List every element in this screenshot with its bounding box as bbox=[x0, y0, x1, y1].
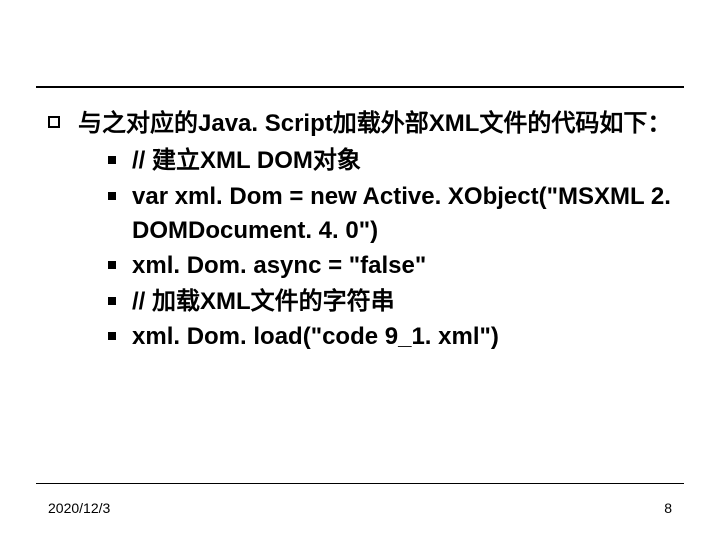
code-line: // 加载XML文件的字符串 bbox=[132, 285, 395, 319]
list-item: xml. Dom. async = "false" bbox=[108, 249, 680, 283]
square-bullet-icon bbox=[108, 297, 116, 305]
rule-top bbox=[36, 86, 684, 88]
list-item: 与之对应的Java. Script加载外部XML文件的代码如下： // 建立XM… bbox=[48, 108, 680, 356]
code-line: // 建立XML DOM对象 bbox=[132, 144, 361, 178]
page-number: 8 bbox=[664, 500, 672, 516]
code-line: xml. Dom. async = "false" bbox=[132, 249, 426, 283]
code-line: xml. Dom. load("code 9_1. xml") bbox=[132, 320, 499, 354]
list-item: // 建立XML DOM对象 bbox=[108, 144, 680, 178]
list-item: xml. Dom. load("code 9_1. xml") bbox=[108, 320, 680, 354]
square-bullet-icon bbox=[108, 332, 116, 340]
footer-date: 2020/12/3 bbox=[48, 500, 110, 516]
content-block: 与之对应的Java. Script加载外部XML文件的代码如下： // 建立XM… bbox=[48, 108, 680, 356]
code-line: var xml. Dom = new Active. XObject("MSXM… bbox=[132, 180, 680, 247]
slide: 与之对应的Java. Script加载外部XML文件的代码如下： // 建立XM… bbox=[0, 0, 720, 540]
intro-text: 与之对应的Java. Script加载外部XML文件的代码如下： bbox=[78, 108, 680, 140]
square-bullet-icon bbox=[108, 156, 116, 164]
list-item: // 加载XML文件的字符串 bbox=[108, 285, 680, 319]
square-bullet-icon bbox=[48, 116, 60, 128]
footer: 2020/12/3 8 bbox=[48, 500, 672, 516]
code-list: // 建立XML DOM对象 var xml. Dom = new Active… bbox=[78, 144, 680, 354]
square-bullet-icon bbox=[108, 261, 116, 269]
square-bullet-icon bbox=[108, 192, 116, 200]
list-item: var xml. Dom = new Active. XObject("MSXM… bbox=[108, 180, 680, 247]
rule-bottom bbox=[36, 483, 684, 484]
